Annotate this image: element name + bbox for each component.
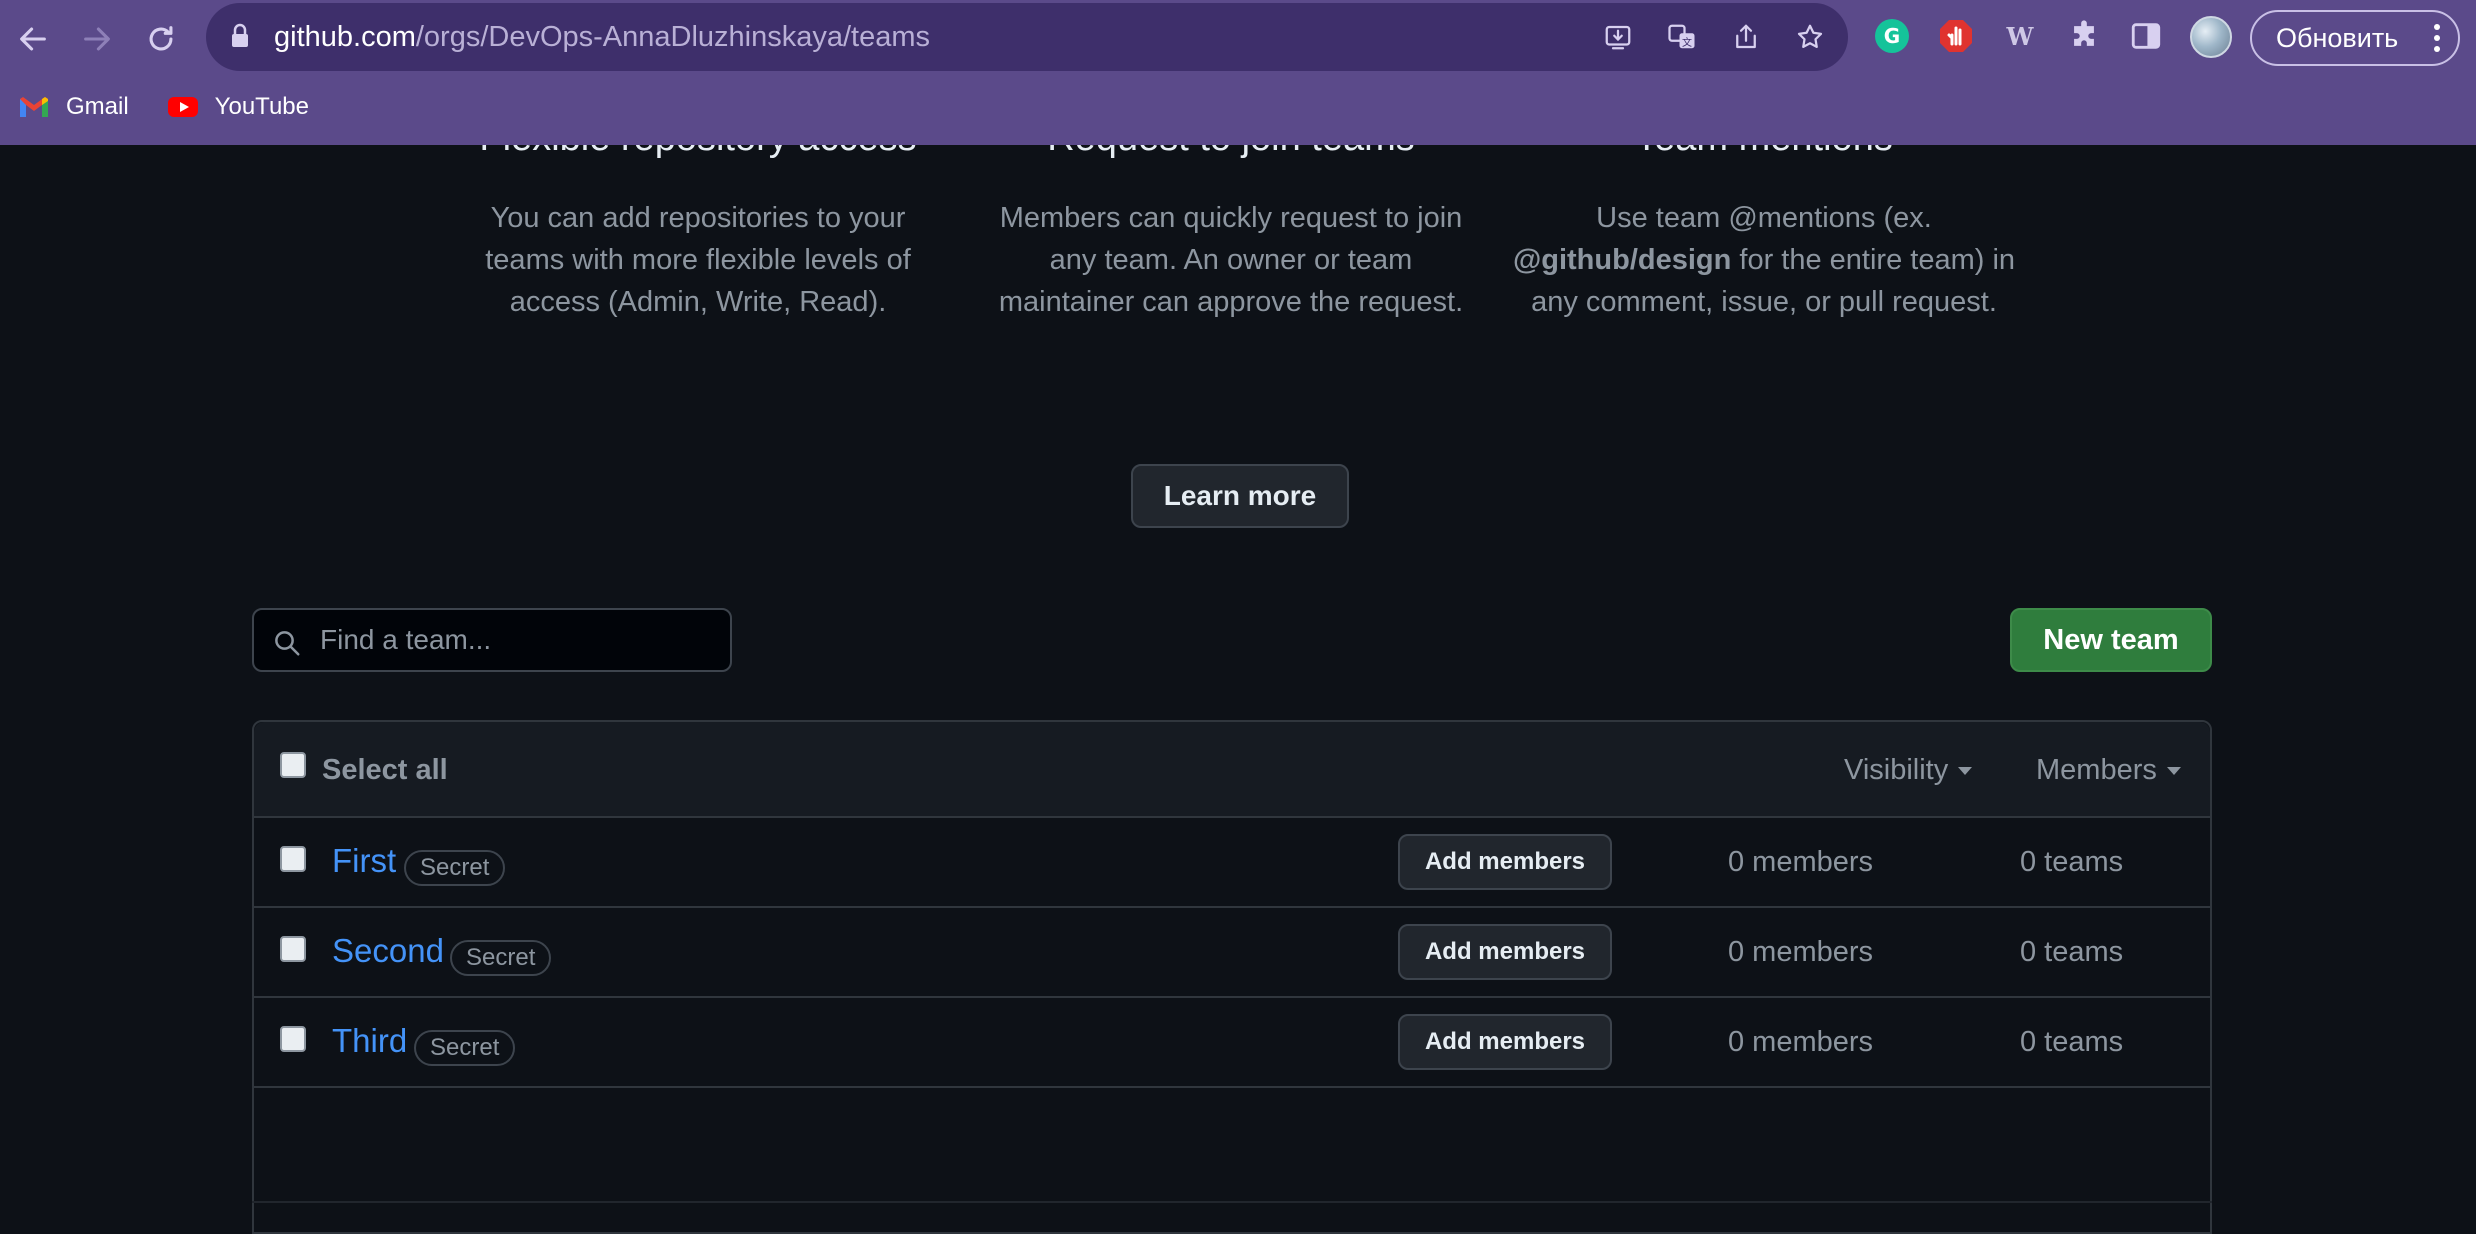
forward-button[interactable] xyxy=(72,14,122,64)
visibility-label: Visibility xyxy=(1844,754,1949,786)
feature-description: Use team @mentions (ex. @github/design f… xyxy=(1504,197,2024,323)
team-name-link[interactable]: Second xyxy=(332,932,444,970)
bookmark-label: YouTube xyxy=(214,93,309,120)
teams-page: Flexible repository access You can add r… xyxy=(0,145,2476,1234)
team-search[interactable] xyxy=(252,608,732,672)
bookmark-star-icon[interactable] xyxy=(1790,17,1830,57)
row-checkbox[interactable] xyxy=(280,846,306,872)
search-input[interactable] xyxy=(318,618,718,662)
member-count: 0 members xyxy=(1728,936,1874,968)
visibility-badge: Secret xyxy=(450,940,552,976)
member-count: 0 members xyxy=(1728,846,1874,878)
visibility-badge: Secret xyxy=(414,1030,516,1066)
visibility-filter[interactable]: Visibility xyxy=(1844,754,1973,787)
member-count: 0 members xyxy=(1728,1026,1874,1058)
profile-avatar[interactable] xyxy=(2190,16,2232,58)
url-path: /orgs/DevOps-AnnaDluzhinskaya/teams xyxy=(415,21,931,53)
url-text: github.com/orgs/DevOps-AnnaDluzhinskaya/… xyxy=(274,21,930,54)
bookmark-gmail[interactable]: Gmail xyxy=(18,93,129,121)
team-count: 0 teams xyxy=(2020,936,2124,968)
back-button[interactable] xyxy=(8,14,58,64)
search-icon xyxy=(275,631,300,656)
team-count: 0 teams xyxy=(2020,1026,2124,1058)
new-team-button[interactable]: New team xyxy=(2010,608,2212,672)
visibility-badge: Secret xyxy=(404,850,506,886)
team-name-link[interactable]: First xyxy=(332,842,396,880)
url-host: github.com xyxy=(274,21,416,53)
table-header: Select all Visibility Members xyxy=(254,722,2210,818)
svg-text:W: W xyxy=(2006,22,2035,51)
arrow-left-icon xyxy=(20,27,46,51)
translate-icon[interactable]: 文 xyxy=(1662,17,1702,57)
team-name-link[interactable]: Third xyxy=(332,1022,407,1060)
select-all-checkbox[interactable] xyxy=(280,752,306,778)
row-checkbox[interactable] xyxy=(280,1026,306,1052)
feature-title: Flexible repository access xyxy=(438,145,958,160)
table-row: Second Secret Add members 0 members 0 te… xyxy=(254,908,2210,998)
svg-text:文: 文 xyxy=(1682,36,1692,49)
add-members-button[interactable]: Add members xyxy=(1398,834,1612,890)
desc-text: Use team @mentions (ex. xyxy=(1596,202,1932,234)
mention-example: @github/design xyxy=(1512,244,1732,276)
arrow-right-icon xyxy=(84,27,110,51)
select-all-label: Select all xyxy=(322,754,448,786)
svg-text:G: G xyxy=(1884,24,1900,48)
gmail-icon xyxy=(20,97,48,117)
side-panel-icon[interactable] xyxy=(2124,14,2168,58)
browser-chrome: github.com/orgs/DevOps-AnnaDluzhinskaya/… xyxy=(0,0,2476,145)
members-label: Members xyxy=(2036,754,2157,786)
caret-down-icon xyxy=(1958,766,1973,775)
address-bar[interactable]: github.com/orgs/DevOps-AnnaDluzhinskaya/… xyxy=(206,3,1848,71)
footer-divider xyxy=(252,1201,2212,1203)
youtube-icon xyxy=(167,97,198,117)
w-extension-icon[interactable]: W xyxy=(1998,14,2042,58)
adblock-extension-icon[interactable] xyxy=(1934,14,1978,58)
add-members-button[interactable]: Add members xyxy=(1398,1014,1612,1070)
table-row: First Secret Add members 0 members 0 tea… xyxy=(254,818,2210,908)
reload-button[interactable] xyxy=(136,14,186,64)
feature-description: You can add repositories to your teams w… xyxy=(485,202,911,318)
update-label: Обновить xyxy=(2276,22,2399,53)
feature-title: Team mentions xyxy=(1504,145,2024,160)
menu-dots-icon xyxy=(2434,24,2440,52)
share-icon[interactable] xyxy=(1726,17,1766,57)
feature-title: Request to join teams xyxy=(971,145,1491,160)
row-checkbox[interactable] xyxy=(280,936,306,962)
team-count: 0 teams xyxy=(2020,846,2124,878)
reload-icon xyxy=(149,26,173,51)
table-row: Third Secret Add members 0 members 0 tea… xyxy=(254,998,2210,1088)
feature-description: Members can quickly request to join any … xyxy=(998,202,1464,318)
bookmark-label: Gmail xyxy=(66,93,129,120)
puzzle-extensions-icon[interactable] xyxy=(2062,14,2106,58)
install-app-icon[interactable] xyxy=(1598,17,1638,57)
update-browser-button[interactable]: Обновить xyxy=(2250,10,2460,66)
bookmark-youtube[interactable]: YouTube xyxy=(167,93,309,121)
add-members-button[interactable]: Add members xyxy=(1398,924,1612,980)
teams-table: Select all Visibility Members First Secr… xyxy=(252,720,2212,1234)
lock-icon xyxy=(232,23,248,47)
bookmarks-bar: Gmail YouTube xyxy=(0,84,309,130)
grammarly-extension-icon[interactable]: G xyxy=(1870,14,1914,58)
members-filter[interactable]: Members xyxy=(2036,754,2181,787)
learn-more-button[interactable]: Learn more xyxy=(1131,464,1349,528)
caret-down-icon xyxy=(2166,766,2181,775)
